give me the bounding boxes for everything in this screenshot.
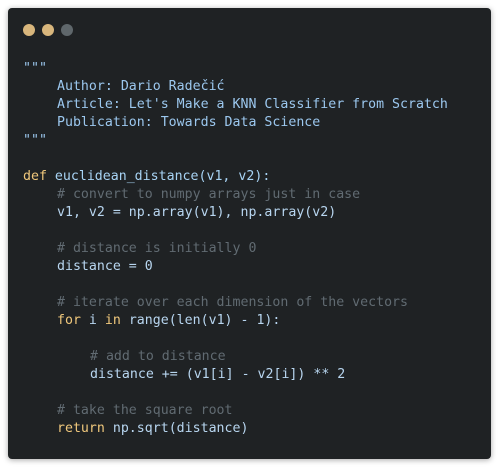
range-expression: range(len(v1) - 1): [120, 313, 281, 328]
docstring-open: """ [23, 61, 47, 76]
distance-add-line: distance += (v1[i] - v2[i]) ** 2 [90, 367, 346, 382]
comment-initial-distance: # distance is initially 0 [57, 241, 257, 256]
comment-square-root: # take the square root [57, 403, 233, 418]
for-loop-line: for i in range(len(v1) - 1): [23, 312, 448, 330]
docstring-article: Article: Let's Make a KNN Classifier fro… [57, 97, 448, 112]
window-controls [23, 24, 73, 36]
comment-add-distance: # add to distance [90, 349, 226, 364]
function-signature: euclidean_distance(v1, v2): [46, 169, 271, 184]
in-keyword: in [104, 313, 121, 328]
return-line: return np.sqrt(distance) [23, 420, 448, 438]
function-definition: def euclidean_distance(v1, v2): [23, 168, 448, 186]
close-dot-icon[interactable] [23, 24, 35, 36]
return-expression: np.sqrt(distance) [104, 421, 249, 436]
array-conversion-line: v1, v2 = np.array(v1), np.array(v2) [57, 205, 337, 220]
docstring-close: """ [23, 133, 47, 148]
return-keyword: return [57, 421, 105, 436]
for-keyword: for [57, 313, 81, 328]
docstring-publication: Publication: Towards Data Science [57, 115, 321, 130]
comment-convert: # convert to numpy arrays just in case [57, 187, 361, 202]
comment-iterate: # iterate over each dimension of the vec… [57, 295, 408, 310]
code-window: """ Author: Dario Radečić Article: Let's M… [8, 8, 491, 459]
for-variable: i [80, 313, 105, 328]
maximize-dot-icon[interactable] [61, 24, 73, 36]
code-block: """ Author: Dario Radečić Article: Let's M… [23, 60, 448, 438]
docstring-author: Author: Dario Radečić [57, 79, 225, 94]
minimize-dot-icon[interactable] [42, 24, 54, 36]
distance-zero-line: distance = 0 [57, 259, 153, 274]
def-keyword: def [23, 169, 47, 184]
